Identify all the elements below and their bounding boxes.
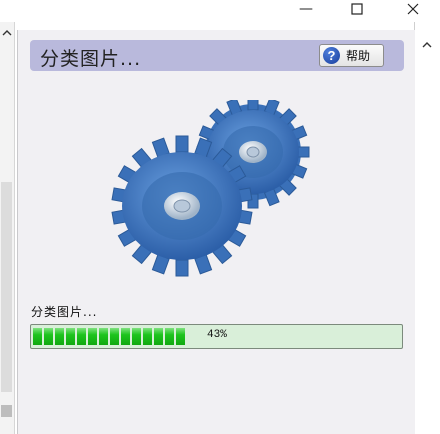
progress-segment [66,328,75,345]
progress-segment [99,328,108,345]
help-button[interactable]: ? 帮助 [319,44,384,67]
progress-fill [33,328,185,345]
progress-segment [44,328,53,345]
left-scroll-up-icon[interactable] [0,26,14,40]
left-scroll-thumb[interactable] [1,182,12,392]
progress-segment [154,328,163,345]
progress-segment [33,328,42,345]
progress-segment [77,328,86,345]
minimize-icon: — [299,1,313,17]
close-button[interactable] [390,0,436,18]
maximize-icon [351,0,363,19]
minimize-button[interactable]: — [283,0,329,18]
progress-segment [176,328,185,345]
left-scroll-handle[interactable] [1,405,12,417]
progress-bar: 43% [30,324,403,349]
progress-segment [132,328,141,345]
progress-segment [110,328,119,345]
close-icon [407,0,419,19]
gears-icon [111,100,310,277]
progress-segment [143,328,152,345]
progress-segment [55,328,64,345]
progress-segment [165,328,174,345]
dialog-title: 分类图片... [40,48,142,70]
right-scrollbar[interactable] [414,22,440,434]
help-button-label: 帮助 [346,49,371,63]
help-icon: ? [323,47,340,64]
progress-segment [88,328,97,345]
right-scroll-up-icon[interactable] [420,38,434,52]
dialog-header: 分类图片... ? 帮助 [30,40,404,71]
maximize-button[interactable] [334,0,380,18]
progress-text: 43% [207,329,227,341]
window-titlebar: — [0,0,440,22]
progress-segment [121,328,130,345]
status-label: 分类图片... [31,305,98,319]
